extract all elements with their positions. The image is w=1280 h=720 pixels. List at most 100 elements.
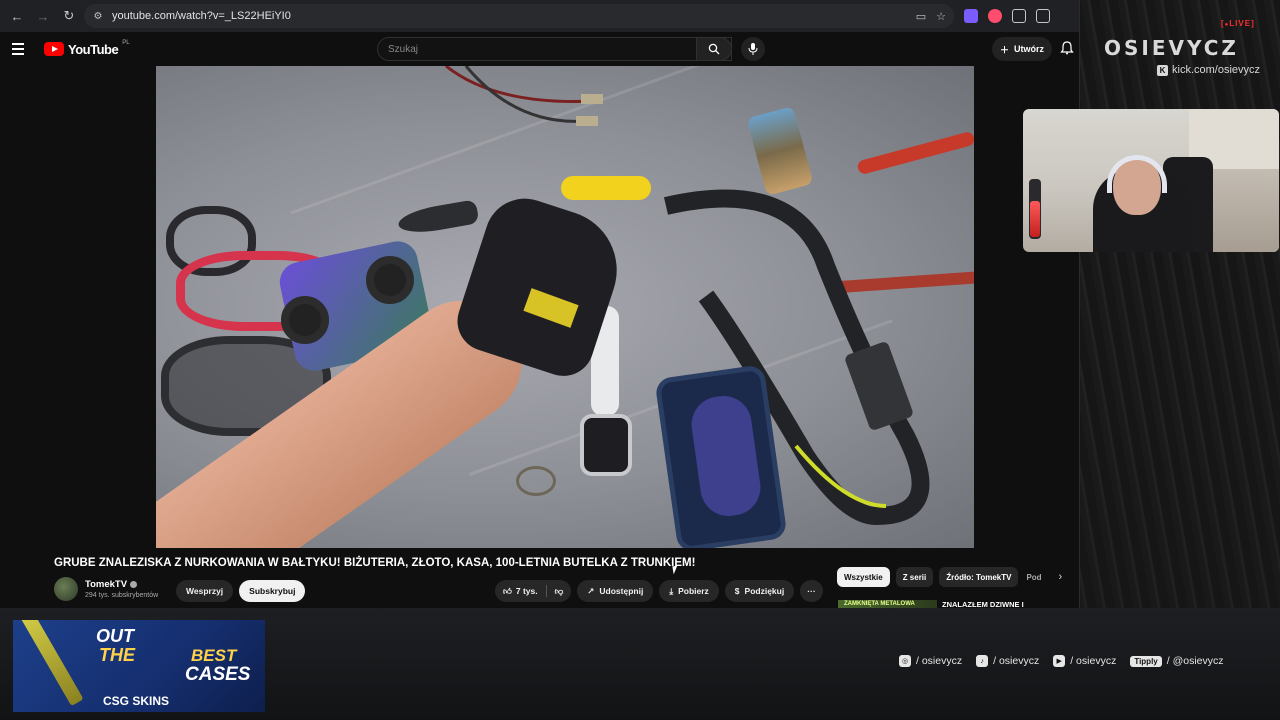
thumbs-up-icon: 👍︎ [503,585,512,596]
channel-info: TomekTV 294 tys. subskrybentów [85,579,158,599]
support-button[interactable]: Wesprzyj [176,580,234,602]
search-button[interactable] [696,37,732,61]
social-handle: / osievycz [1070,655,1117,667]
sponsor-brand: CSG SKINS [103,694,170,708]
subscribe-button[interactable]: Subskrybuj [239,580,306,602]
knife-image [16,620,84,707]
more-actions-button[interactable]: ··· [800,580,823,602]
channel-name[interactable]: TomekTV [85,579,158,590]
dislike-button[interactable]: 👎︎ [555,586,564,597]
divider [545,585,547,597]
video-actions: 👍︎ 7 tys. 👎︎ ↗ Udostępnij ⤓ Pobierz $ Podzię… [495,580,823,602]
forward-arrow-icon: → [36,8,50,24]
menu-icon[interactable] [12,43,30,55]
url-text: youtube.com/watch?v=_LS22HEiYI0 [112,10,291,22]
social-links: ◎ / osievycz ♪ / osievycz ▶ / osievycz Tipp… [899,655,1224,667]
thumbs-down-icon: 👎︎ [554,585,564,596]
recommendation-chips: Wszystkie Z serii Źródło: TomekTV Pod › [837,567,1062,587]
thanks-label: Podziękuj [744,586,785,596]
like-button[interactable]: 👍︎ 7 tys. [503,586,538,597]
voice-search-button[interactable] [741,37,765,61]
extensions-puzzle-icon[interactable] [1012,9,1026,23]
sponsor-text-4: CASES [185,664,251,685]
social-handle: / @osievycz [1166,655,1224,667]
share-label: Udostępnij [599,586,644,596]
stream-screen: ← → ↻ ⚙ youtube.com/watch?v=_LS22HEiYI0 … [0,0,1280,720]
thanks-button[interactable]: $ Podziękuj [724,580,795,602]
share-icon: ↗ [587,585,595,596]
live-badge: [●LIVE] [1221,19,1255,28]
recommended-thumbnail[interactable]: ZAMKNIĘTA METALOWA [838,600,937,608]
create-label: Utwórz [1014,44,1045,54]
forward-button[interactable]: → [32,5,54,27]
kick-icon: K [1157,64,1168,76]
subscriber-count: 294 tys. subskrybentów [85,592,159,599]
chip-related[interactable]: Pod [1024,567,1046,587]
cast-icon[interactable]: ▭ [916,10,926,23]
chip-all[interactable]: Wszystkie [837,567,890,587]
site-settings-icon[interactable]: ⚙ [92,10,104,22]
verified-icon [130,581,138,588]
streamer-logo: OSIEVYCZ [1104,36,1239,60]
channel-avatar[interactable] [54,577,78,601]
create-button[interactable]: ＋ Utwórz [992,37,1053,61]
region-code: PL [122,40,130,46]
bookmark-star-icon[interactable]: ☆ [936,10,946,23]
reload-icon: ↻ [63,8,75,23]
like-count: 7 tys. [515,586,538,596]
extension-icon[interactable] [964,9,978,23]
thanks-icon: $ [734,586,740,596]
tipply-icon: Tipply [1130,655,1162,667]
extensions-area [964,9,1050,23]
profile-icon[interactable] [1036,9,1050,23]
social-youtube: ▶ / osievycz [1053,655,1116,667]
notifications-bell-icon[interactable] [1060,41,1074,55]
reload-button[interactable]: ↻ [58,5,80,27]
instagram-icon: ◎ [899,655,911,667]
support-label: Wesprzyj [186,586,224,596]
download-button[interactable]: ⤓ Pobierz [659,580,719,602]
youtube-header: YouTube PL Szukaj ＋ Utwórz [0,32,1079,66]
youtube-play-icon [44,42,64,56]
yellow-float-image [561,176,651,200]
youtube-logo-text: YouTube [68,41,119,57]
live-label: LIVE [1229,19,1252,28]
browser-window: ← → ↻ ⚙ youtube.com/watch?v=_LS22HEiYI0 … [0,0,1080,609]
search-icon [708,43,720,55]
cables-image [445,66,603,126]
dark-object-image [396,199,480,237]
extension-icon[interactable] [988,9,1002,23]
chevron-right-icon[interactable]: › [1058,571,1062,583]
kick-url: kick.com/osievycz [1172,64,1261,76]
omnibox-actions: ▭ ☆ [916,10,946,23]
back-arrow-icon: ← [10,8,24,24]
plus-icon: ＋ [1000,44,1010,55]
channel-name-text: TomekTV [85,579,128,590]
chip-label: Z serii [902,572,927,582]
address-bar[interactable]: ⚙ youtube.com/watch?v=_LS22HEiYI0 ▭ ☆ [84,4,954,28]
sponsor-banner: OUT THE BEST CASES CSG SKINS [13,620,265,712]
social-instagram: ◎ / osievycz [899,655,962,667]
subscribe-label: Subskrybuj [249,586,296,596]
social-tiktok: ♪ / osievycz [976,655,1039,667]
microphone-light [1030,201,1040,237]
microphone-icon [748,43,758,55]
recommended-title[interactable]: ZNALAZŁEM DZIWNE I [942,600,1024,609]
kick-channel: K kick.com/osievycz [1157,64,1260,76]
sponsor-text-2: THE [99,645,135,665]
video-player[interactable] [156,66,974,548]
share-button[interactable]: ↗ Udostępnij [577,580,654,602]
back-button[interactable]: ← [6,5,28,27]
chip-label: Pod [1026,572,1042,582]
channel-row: TomekTV 294 tys. subskrybentów [54,577,158,601]
red-pipe-image [856,130,974,176]
toy-wheel [281,296,329,344]
chain-jewelry-image [516,466,556,496]
social-tipply: Tipply / @osievycz [1130,655,1224,667]
search-input[interactable]: Szukaj [377,37,732,61]
chip-source[interactable]: Źródło: TomekTV [939,567,1019,587]
youtube-logo[interactable]: YouTube PL [44,40,130,57]
chip-series[interactable]: Z serii [895,567,934,587]
recommended-video[interactable]: ZAMKNIĘTA METALOWA ZNALAZŁEM DZIWNE I [838,600,1024,609]
search-placeholder: Szukaj [388,43,419,55]
